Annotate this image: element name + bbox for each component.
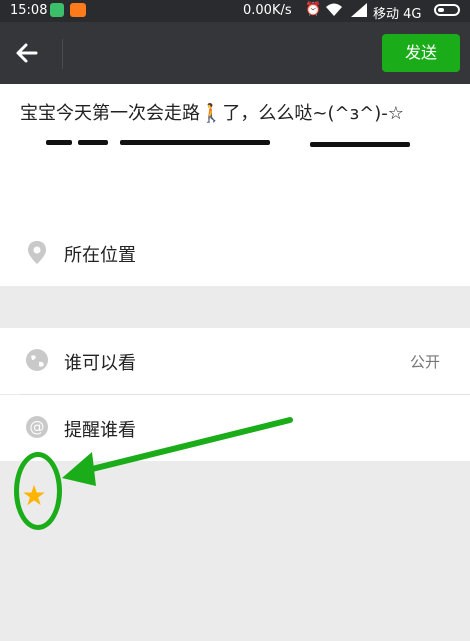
annotation-arrow [62,417,293,486]
